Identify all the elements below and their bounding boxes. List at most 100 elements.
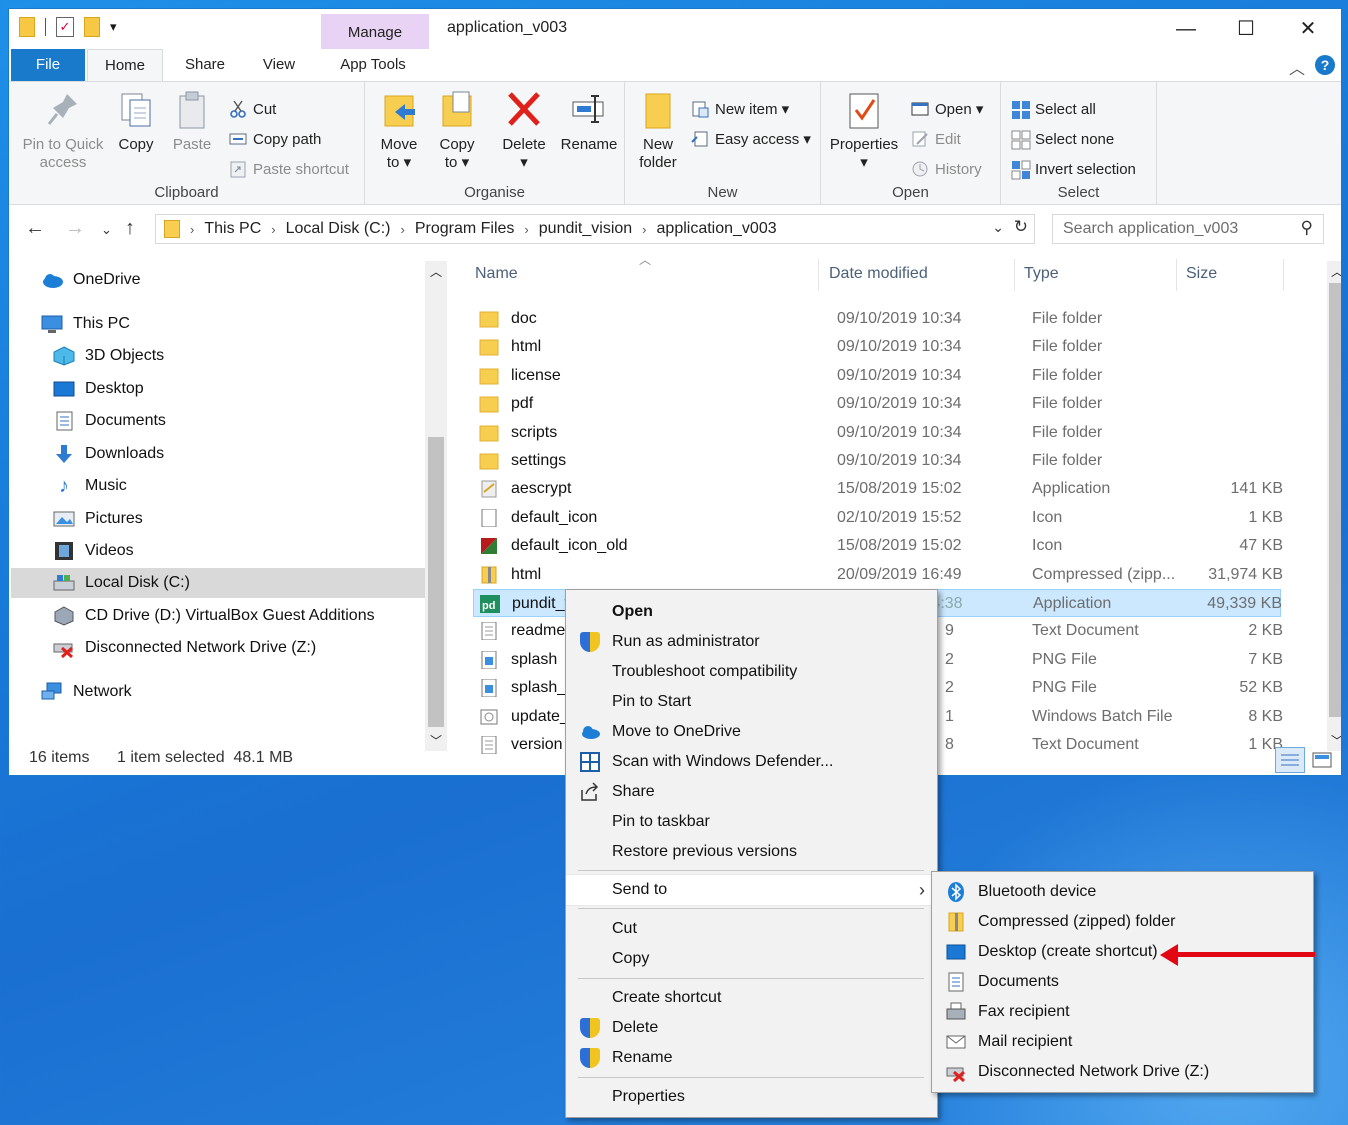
file-row[interactable]: scripts 09/10/2019 10:34 File folder bbox=[473, 419, 1281, 447]
nav-item-network-drive[interactable]: Disconnected Network Drive (Z:) bbox=[53, 633, 316, 663]
rename-button[interactable]: Rename bbox=[559, 90, 619, 154]
breadcrumb-application-v003[interactable]: application_v003 bbox=[657, 220, 777, 238]
breadcrumb-this-pc[interactable]: This PC bbox=[204, 220, 261, 238]
help-icon[interactable]: ? bbox=[1315, 55, 1335, 75]
properties-button[interactable]: Properties ▾ bbox=[827, 90, 901, 172]
send-to-network-drive[interactable]: Disconnected Network Drive (Z:) bbox=[932, 1057, 1313, 1087]
column-divider[interactable] bbox=[1014, 259, 1015, 291]
forward-arrow-icon[interactable]: → bbox=[65, 217, 85, 240]
close-button[interactable]: ✕ bbox=[1285, 13, 1331, 45]
menu-item-create-shortcut[interactable]: Create shortcut bbox=[566, 983, 937, 1013]
up-arrow-icon[interactable]: ↑ bbox=[125, 217, 135, 240]
move-to-button[interactable]: Move to ▾ bbox=[377, 90, 421, 172]
copy-button[interactable]: Copy bbox=[113, 90, 159, 154]
easy-access-button[interactable]: Easy access ▾ bbox=[691, 130, 811, 148]
search-box[interactable]: Search application_v003 ⚲ bbox=[1052, 214, 1324, 244]
refresh-icon[interactable]: ↻ bbox=[1014, 217, 1028, 237]
menu-item-open[interactable]: Open bbox=[566, 597, 937, 627]
menu-item-run-as-administrator[interactable]: Run as administrator bbox=[566, 627, 937, 657]
menu-item-pin-to-start[interactable]: Pin to Start bbox=[566, 687, 937, 717]
menu-item-delete[interactable]: Delete bbox=[566, 1013, 937, 1043]
send-to-fax-recipient[interactable]: Fax recipient bbox=[932, 997, 1313, 1027]
send-to-compressed-folder[interactable]: Compressed (zipped) folder bbox=[932, 907, 1313, 937]
invert-selection-button[interactable]: Invert selection bbox=[1011, 160, 1136, 180]
large-icons-view-icon[interactable] bbox=[1311, 749, 1333, 771]
file-row[interactable]: aescrypt 15/08/2019 15:02 Application 141 K… bbox=[473, 475, 1283, 503]
nav-item-this-pc[interactable]: This PC bbox=[41, 309, 130, 339]
column-divider[interactable] bbox=[1283, 259, 1284, 291]
file-list-scrollbar[interactable]: ︿ ﹀ bbox=[1327, 261, 1341, 751]
menu-item-properties[interactable]: Properties bbox=[566, 1082, 937, 1112]
address-history-chevron-icon[interactable]: ⌄ bbox=[992, 219, 1004, 236]
nav-pane-scrollbar[interactable]: ︿ ﹀ bbox=[425, 261, 447, 751]
paste-button[interactable]: Paste bbox=[169, 90, 215, 154]
column-header-name[interactable]: Name bbox=[475, 265, 518, 283]
customize-toolbar-dropdown-icon[interactable]: ▾ bbox=[110, 19, 117, 35]
menu-item-troubleshoot-compatibility[interactable]: Troubleshoot compatibility bbox=[566, 657, 937, 687]
breadcrumb-program-files[interactable]: Program Files bbox=[415, 220, 515, 238]
file-scrollbar-thumb[interactable] bbox=[1329, 283, 1341, 717]
paste-shortcut-button[interactable]: Paste shortcut bbox=[229, 160, 349, 178]
cut-button[interactable]: Cut bbox=[229, 100, 276, 118]
nav-item-network[interactable]: Network bbox=[41, 677, 132, 707]
edit-button[interactable]: Edit bbox=[911, 130, 961, 148]
select-all-button[interactable]: Select all bbox=[1011, 100, 1096, 119]
send-to-bluetooth[interactable]: Bluetooth device bbox=[932, 877, 1313, 907]
tab-view[interactable]: View bbox=[251, 49, 307, 81]
new-folder-button[interactable]: New folder bbox=[635, 90, 681, 172]
select-none-button[interactable]: Select none bbox=[1011, 130, 1114, 150]
column-header-date[interactable]: Date modified bbox=[829, 265, 928, 283]
tab-home[interactable]: Home bbox=[87, 49, 163, 81]
menu-item-restore-previous-versions[interactable]: Restore previous versions bbox=[566, 837, 937, 867]
file-row[interactable]: pdf 09/10/2019 10:34 File folder bbox=[473, 390, 1281, 418]
menu-item-pin-to-taskbar[interactable]: Pin to taskbar bbox=[566, 807, 937, 837]
file-row[interactable]: license 09/10/2019 10:34 File folder bbox=[473, 362, 1281, 390]
scroll-up-chevron-icon[interactable]: ︿ bbox=[430, 263, 442, 280]
tab-app-tools[interactable]: App Tools bbox=[325, 49, 421, 81]
menu-item-send-to[interactable]: Send to › bbox=[566, 874, 937, 906]
file-row[interactable]: html 20/09/2019 16:49 Compressed (zipp... 3… bbox=[473, 561, 1283, 589]
nav-scrollbar-thumb[interactable] bbox=[428, 437, 444, 727]
details-view-icon[interactable] bbox=[1275, 747, 1305, 773]
file-row[interactable]: default_icon_old 15/08/2019 15:02 Icon 47 K… bbox=[473, 532, 1283, 560]
send-to-documents[interactable]: Documents bbox=[932, 967, 1313, 997]
new-folder-icon[interactable] bbox=[84, 17, 100, 37]
breadcrumb-local-disk[interactable]: Local Disk (C:) bbox=[286, 220, 391, 238]
nav-item-music[interactable]: ♪ Music bbox=[53, 471, 127, 501]
pin-to-quick-access-button[interactable]: Pin to Quick access bbox=[17, 90, 109, 172]
recent-locations-chevron-icon[interactable]: ⌄ bbox=[101, 222, 112, 238]
tab-file[interactable]: File bbox=[11, 49, 85, 81]
nav-item-documents[interactable]: Documents bbox=[53, 406, 166, 436]
history-button[interactable]: History bbox=[911, 160, 982, 178]
nav-item-onedrive[interactable]: OneDrive bbox=[41, 265, 141, 295]
copy-path-button[interactable]: Copy path bbox=[229, 130, 321, 148]
minimize-button[interactable]: — bbox=[1163, 13, 1209, 45]
menu-item-share[interactable]: Share bbox=[566, 777, 937, 807]
file-row[interactable]: html 09/10/2019 10:34 File folder bbox=[473, 333, 1281, 361]
nav-item-videos[interactable]: Videos bbox=[53, 536, 134, 566]
address-bar[interactable]: › This PC › Local Disk (C:) › Program Fi… bbox=[155, 214, 1035, 244]
nav-item-downloads[interactable]: Downloads bbox=[53, 439, 164, 469]
menu-item-move-to-onedrive[interactable]: Move to OneDrive bbox=[566, 717, 937, 747]
back-arrow-icon[interactable]: ← bbox=[25, 217, 45, 240]
nav-item-pictures[interactable]: Pictures bbox=[53, 504, 143, 534]
breadcrumb-pundit-vision[interactable]: pundit_vision bbox=[539, 220, 632, 238]
file-row[interactable]: default_icon 02/10/2019 15:52 Icon 1 KB bbox=[473, 504, 1283, 532]
menu-item-copy[interactable]: Copy bbox=[566, 944, 937, 974]
menu-item-cut[interactable]: Cut bbox=[566, 914, 937, 944]
delete-button[interactable]: Delete ▾ bbox=[499, 90, 549, 172]
file-row[interactable]: doc 09/10/2019 10:34 File folder bbox=[473, 305, 1281, 333]
scroll-up-chevron-icon[interactable]: ︿ bbox=[1331, 263, 1341, 280]
copy-to-button[interactable]: Copy to ▾ bbox=[435, 90, 479, 172]
menu-item-scan-with-defender[interactable]: Scan with Windows Defender... bbox=[566, 747, 937, 777]
nav-item-cd-drive[interactable]: CD Drive (D:) VirtualBox Guest Additions bbox=[53, 601, 375, 631]
properties-check-icon[interactable]: ✓ bbox=[56, 17, 74, 37]
send-to-mail-recipient[interactable]: Mail recipient bbox=[932, 1027, 1313, 1057]
manage-contextual-tab[interactable]: Manage bbox=[321, 14, 429, 49]
nav-item-local-disk[interactable]: Local Disk (C:) bbox=[11, 568, 425, 598]
nav-item-3d-objects[interactable]: 3D Objects bbox=[53, 341, 164, 371]
column-header-size[interactable]: Size bbox=[1186, 265, 1217, 283]
collapse-ribbon-chevron-icon[interactable]: ︿ bbox=[1289, 55, 1305, 79]
column-divider[interactable] bbox=[818, 259, 819, 291]
nav-item-desktop[interactable]: Desktop bbox=[53, 374, 144, 404]
